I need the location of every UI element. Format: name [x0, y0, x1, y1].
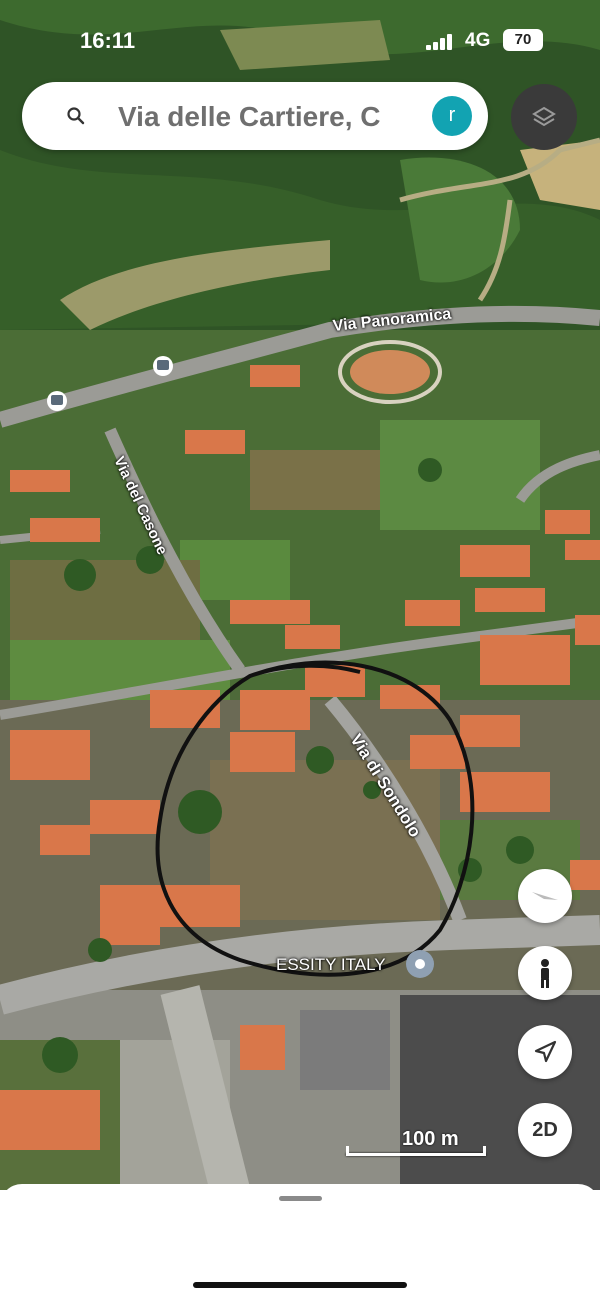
- search-bar[interactable]: Via delle Cartiere, C r: [22, 82, 488, 150]
- layers-icon: [532, 106, 556, 127]
- sheet-drag-handle[interactable]: [279, 1196, 322, 1201]
- status-time: 16:11: [80, 28, 136, 53]
- compass-icon: [532, 892, 558, 900]
- view-mode-toggle[interactable]: 2D: [518, 1103, 572, 1157]
- search-icon: [67, 107, 85, 125]
- place-label-essity-italy[interactable]: ESSITY ITALY: [276, 955, 386, 975]
- navigation-arrow-icon: [534, 1040, 557, 1063]
- status-bar: 16:11 4G 70: [0, 0, 600, 80]
- layers-button[interactable]: [511, 84, 577, 150]
- map-imagery: [0, 0, 600, 1190]
- scale-tick-right: [483, 1146, 486, 1156]
- home-indicator[interactable]: [193, 1282, 407, 1288]
- my-location-button[interactable]: [518, 1025, 572, 1079]
- place-pin-icon: [406, 950, 434, 978]
- scale-bar: 100 m: [340, 1128, 490, 1164]
- network-type: 4G: [465, 30, 491, 51]
- pegman-icon: [541, 959, 549, 988]
- scale-line: [346, 1153, 486, 1156]
- battery-icon: 70: [503, 29, 543, 51]
- scale-label: 100 m: [402, 1128, 459, 1150]
- scale-tick-left: [346, 1146, 349, 1156]
- street-view-button[interactable]: [518, 946, 572, 1000]
- satellite-map[interactable]: Via Panoramica Via del Casone Via di Son…: [0, 0, 600, 1190]
- search-input[interactable]: Via delle Cartiere, C: [118, 101, 381, 133]
- compass-button[interactable]: [518, 869, 572, 923]
- signal-icon: [426, 34, 452, 50]
- avatar[interactable]: r: [432, 96, 472, 136]
- bottom-sheet[interactable]: [0, 1184, 600, 1300]
